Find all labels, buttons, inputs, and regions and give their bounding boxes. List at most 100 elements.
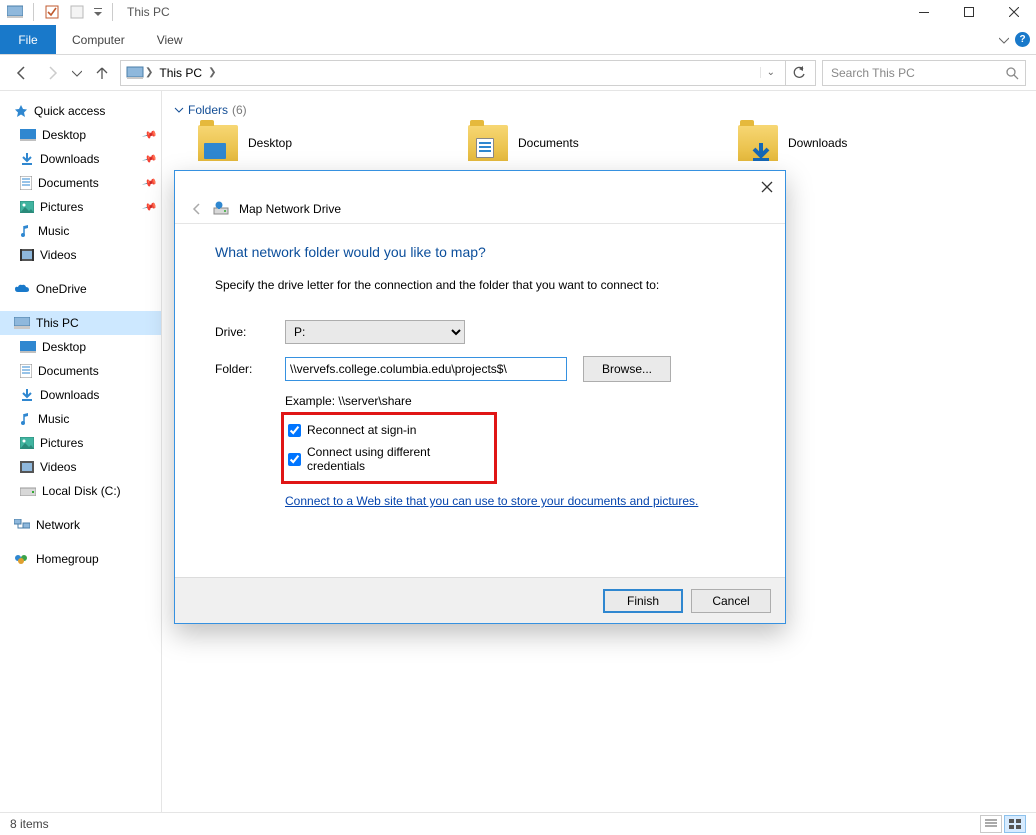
breadcrumb[interactable]: ❯ This PC ❯ ⌄ bbox=[120, 60, 816, 86]
tree-item-desktop[interactable]: Desktop bbox=[0, 335, 161, 359]
dialog-header: Map Network Drive bbox=[175, 201, 785, 224]
folder-tile-downloads[interactable]: Downloads bbox=[738, 123, 948, 163]
view-large-icons-button[interactable] bbox=[1004, 815, 1026, 833]
pictures-icon bbox=[20, 201, 34, 213]
pictures-icon bbox=[20, 437, 34, 449]
breadcrumb-segment[interactable]: This PC bbox=[153, 66, 208, 80]
refresh-icon[interactable] bbox=[785, 61, 811, 85]
downloads-icon bbox=[20, 152, 34, 166]
tree-onedrive[interactable]: OneDrive bbox=[0, 277, 161, 301]
group-header-folders[interactable]: Folders (6) bbox=[174, 99, 1024, 123]
tree-item-music[interactable]: Music bbox=[0, 407, 161, 431]
properties-icon[interactable] bbox=[41, 1, 63, 23]
window-title: This PC bbox=[121, 5, 170, 19]
title-bar: This PC bbox=[0, 0, 1036, 25]
tree-item-videos[interactable]: Videos bbox=[0, 243, 161, 267]
diff-creds-checkbox[interactable] bbox=[288, 453, 301, 466]
drive-icon bbox=[20, 486, 36, 496]
folder-tile-documents[interactable]: Documents bbox=[468, 123, 678, 163]
chevron-right-icon[interactable]: ❯ bbox=[208, 67, 216, 78]
search-icon[interactable] bbox=[1005, 66, 1019, 80]
tree-item-documents[interactable]: Documents bbox=[0, 359, 161, 383]
tree-label: Desktop bbox=[42, 340, 86, 354]
dialog-close-button[interactable] bbox=[757, 177, 777, 197]
folder-input[interactable] bbox=[285, 357, 567, 381]
tree-item-videos[interactable]: Videos bbox=[0, 455, 161, 479]
connect-website-link[interactable]: Connect to a Web site that you can use t… bbox=[285, 494, 698, 508]
dialog-titlebar bbox=[175, 171, 785, 201]
navigation-tree[interactable]: Quick access Desktop 📌 Downloads 📌 Docum… bbox=[0, 91, 162, 812]
tree-label: Desktop bbox=[42, 128, 86, 142]
tree-label: Homegroup bbox=[36, 552, 99, 566]
homegroup-icon bbox=[14, 553, 30, 565]
maximize-button[interactable] bbox=[946, 0, 991, 25]
tree-label: Downloads bbox=[40, 152, 99, 166]
documents-icon bbox=[20, 364, 32, 378]
pin-icon: 📌 bbox=[141, 199, 157, 215]
forward-button[interactable] bbox=[40, 61, 64, 85]
search-box[interactable] bbox=[822, 60, 1026, 86]
dialog-subtext: Specify the drive letter for the connect… bbox=[215, 278, 745, 320]
folder-label: Desktop bbox=[248, 136, 292, 150]
dialog-heading: What network folder would you like to ma… bbox=[215, 244, 745, 278]
cancel-button[interactable]: Cancel bbox=[691, 589, 771, 613]
tree-label: This PC bbox=[36, 316, 79, 330]
ribbon-expand-icon[interactable] bbox=[999, 35, 1009, 45]
chevron-right-icon[interactable]: ❯ bbox=[145, 67, 153, 78]
folder-row: Folder: Browse... bbox=[215, 356, 745, 382]
tab-computer[interactable]: Computer bbox=[56, 25, 141, 54]
close-button[interactable] bbox=[991, 0, 1036, 25]
qat-dropdown-icon[interactable] bbox=[91, 1, 105, 23]
recent-dropdown[interactable] bbox=[70, 61, 84, 85]
tree-item-desktop[interactable]: Desktop 📌 bbox=[0, 123, 161, 147]
app-icon bbox=[4, 1, 26, 23]
diff-creds-label: Connect using different credentials bbox=[307, 445, 490, 473]
separator bbox=[112, 3, 113, 21]
tree-item-documents[interactable]: Documents 📌 bbox=[0, 171, 161, 195]
tree-homegroup[interactable]: Homegroup bbox=[0, 547, 161, 571]
new-item-icon[interactable] bbox=[66, 1, 88, 23]
tree-item-music[interactable]: Music bbox=[0, 219, 161, 243]
tree-this-pc[interactable]: This PC bbox=[0, 311, 161, 335]
help-icon[interactable]: ? bbox=[1015, 32, 1030, 47]
file-tab[interactable]: File bbox=[0, 25, 56, 54]
address-dropdown-icon[interactable]: ⌄ bbox=[760, 67, 781, 78]
ribbon-tabs: File Computer View ? bbox=[0, 25, 1036, 55]
back-button[interactable] bbox=[10, 61, 34, 85]
dialog-back-button[interactable] bbox=[189, 201, 205, 217]
minimize-button[interactable] bbox=[901, 0, 946, 25]
tree-item-downloads[interactable]: Downloads 📌 bbox=[0, 147, 161, 171]
group-count: (6) bbox=[232, 103, 247, 117]
drive-label: Drive: bbox=[215, 325, 285, 339]
folder-label: Documents bbox=[518, 136, 579, 150]
drive-select[interactable]: P: bbox=[285, 320, 465, 344]
tree-quick-access[interactable]: Quick access bbox=[0, 99, 161, 123]
tree-item-pictures[interactable]: Pictures 📌 bbox=[0, 195, 161, 219]
music-icon bbox=[20, 224, 32, 238]
folder-icon bbox=[738, 125, 778, 161]
reconnect-checkbox[interactable] bbox=[288, 424, 301, 437]
search-input[interactable] bbox=[829, 65, 1005, 81]
network-icon bbox=[14, 519, 30, 531]
tree-item-pictures[interactable]: Pictures bbox=[0, 431, 161, 455]
view-details-button[interactable] bbox=[980, 815, 1002, 833]
chevron-down-icon[interactable] bbox=[174, 105, 184, 115]
tab-view[interactable]: View bbox=[141, 25, 199, 54]
tree-label: OneDrive bbox=[36, 282, 87, 296]
checkbox-highlight: Reconnect at sign-in Connect using diffe… bbox=[281, 412, 497, 484]
tree-network[interactable]: Network bbox=[0, 513, 161, 537]
browse-button[interactable]: Browse... bbox=[583, 356, 671, 382]
tree-label: Pictures bbox=[40, 436, 83, 450]
tree-item-local-disk[interactable]: Local Disk (C:) bbox=[0, 479, 161, 503]
pin-icon: 📌 bbox=[141, 151, 157, 167]
folder-label: Downloads bbox=[788, 136, 847, 150]
tree-label: Downloads bbox=[40, 388, 99, 402]
finish-button[interactable]: Finish bbox=[603, 589, 683, 613]
documents-icon bbox=[20, 176, 32, 190]
tree-label: Documents bbox=[38, 364, 99, 378]
up-button[interactable] bbox=[90, 61, 114, 85]
diff-creds-checkbox-row[interactable]: Connect using different credentials bbox=[288, 441, 490, 477]
reconnect-checkbox-row[interactable]: Reconnect at sign-in bbox=[288, 419, 490, 441]
folder-tile-desktop[interactable]: Desktop bbox=[198, 123, 408, 163]
tree-item-downloads[interactable]: Downloads bbox=[0, 383, 161, 407]
